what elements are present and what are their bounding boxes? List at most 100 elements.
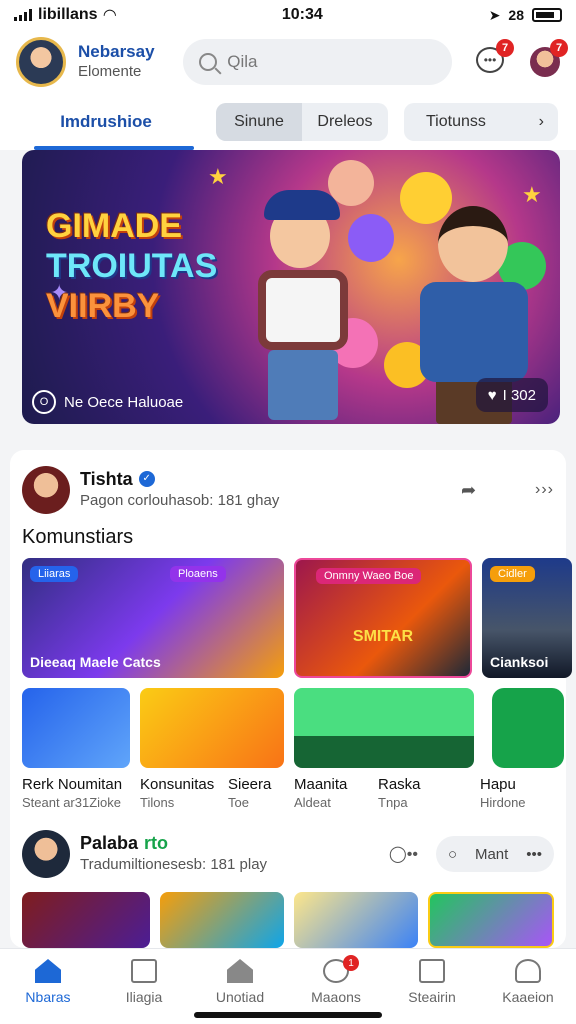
media-label-title: Rerk Noumitan bbox=[22, 776, 123, 793]
segment-item[interactable]: Sinune bbox=[216, 103, 302, 141]
star-icon: ✦ bbox=[50, 280, 69, 305]
search-icon bbox=[199, 53, 218, 71]
nav-profile[interactable]: Kaaeion bbox=[483, 959, 573, 1024]
media-label-sub: Hirdone bbox=[480, 795, 526, 810]
segment-control: Sinune Dreleos bbox=[216, 103, 388, 141]
share-icon[interactable]: ➦ bbox=[461, 480, 485, 500]
nav-list[interactable]: Steairin bbox=[387, 959, 477, 1024]
messages-button[interactable]: ••• 7 bbox=[476, 39, 514, 77]
search-input[interactable]: Qila bbox=[183, 39, 452, 85]
media-label[interactable]: Hapu Hirdone bbox=[480, 776, 550, 812]
banner-footer-text: Ne Oece Haluoae bbox=[64, 393, 184, 411]
profile-badge: 7 bbox=[550, 39, 568, 57]
post-meta: Tishta ✓ Pagon corlouhasob: 181 ghay bbox=[80, 468, 451, 512]
gallery-icon bbox=[131, 959, 157, 983]
media-tile[interactable] bbox=[428, 892, 554, 948]
post-avatar[interactable] bbox=[22, 830, 70, 878]
tab-main[interactable]: Imdrushioe bbox=[16, 94, 196, 150]
post-subtitle: Pagon corlouhasob: 181 ghay bbox=[80, 492, 280, 509]
media-label-sub: Toe bbox=[228, 795, 249, 810]
user-name: Nebarsay bbox=[78, 42, 155, 61]
status-right: ➤ 28 bbox=[489, 7, 562, 24]
media-label-sub: Aldeat bbox=[294, 795, 331, 810]
more-tabs-button[interactable]: Tiotunss › bbox=[404, 103, 558, 141]
more-button-label: Mant bbox=[474, 845, 509, 863]
user-avatar[interactable] bbox=[16, 37, 66, 87]
media-tile[interactable]: Liiaras Ploaens Dieeaq Maele Catcs bbox=[22, 558, 284, 678]
tile-caption: Cianksoi bbox=[490, 654, 549, 670]
media-tile[interactable] bbox=[22, 892, 150, 948]
cartoon-character bbox=[250, 190, 360, 420]
segment-item[interactable]: Dreleos bbox=[302, 103, 388, 141]
status-right-text: 28 bbox=[508, 7, 524, 23]
tile-tag: Cidler bbox=[490, 566, 535, 582]
media-label[interactable]: Maanita Aldeat bbox=[294, 776, 378, 812]
media-label-sub: Tilons bbox=[140, 795, 175, 810]
signal-icon bbox=[14, 9, 32, 21]
like-button[interactable]: ♥ I 302 bbox=[475, 378, 548, 412]
messages-badge: 7 bbox=[496, 39, 514, 57]
status-left: libillans ◠ bbox=[14, 5, 116, 25]
home-icon bbox=[35, 959, 61, 983]
media-row bbox=[22, 688, 564, 768]
nav-home[interactable]: Nbaras bbox=[3, 959, 93, 1024]
play-icon[interactable]: O bbox=[32, 390, 56, 414]
profile-button[interactable]: 7 bbox=[530, 39, 568, 77]
media-label-title: Konsunitas bbox=[140, 776, 215, 793]
home-indicator bbox=[194, 1012, 382, 1018]
app-header: Nebarsay Elomente Qila ••• 7 7 bbox=[0, 30, 576, 94]
tile-caption: Dieeaq Maele Catcs bbox=[30, 654, 161, 670]
verified-icon: ✓ bbox=[138, 471, 155, 487]
media-label[interactable]: Konsunitas Tilons bbox=[140, 776, 228, 812]
media-tile[interactable] bbox=[294, 688, 474, 768]
media-labels: Rerk Noumitan Steant ar31Zioke Konsunita… bbox=[22, 776, 554, 812]
media-tile[interactable]: Onmny Waeo Boe SMITAR bbox=[294, 558, 472, 678]
user-info[interactable]: Nebarsay Elomente bbox=[78, 42, 171, 82]
nav-gallery[interactable]: Iliagia bbox=[99, 959, 189, 1024]
media-tile[interactable] bbox=[22, 688, 130, 768]
house-icon bbox=[227, 959, 253, 983]
media-row: Liiaras Ploaens Dieeaq Maele Catcs Onmny… bbox=[22, 558, 572, 678]
banner-title: GIMADE TROIUTAS VIIRBY bbox=[46, 206, 256, 326]
tile-tag: Liiaras bbox=[30, 566, 79, 582]
post-avatar[interactable] bbox=[22, 466, 70, 514]
nav-badge: 1 bbox=[343, 955, 359, 971]
tile-caption: SMITAR bbox=[352, 628, 414, 645]
star-icon: ★ bbox=[208, 164, 228, 189]
media-label-title: Sieera bbox=[228, 776, 272, 793]
hero-banner[interactable]: GIMADE TROIUTAS VIIRBY ★ ★ ✦ O Ne Oece H… bbox=[22, 150, 560, 424]
nav-label: Unotiad bbox=[215, 989, 265, 1005]
media-tile[interactable] bbox=[140, 688, 284, 768]
more-icon[interactable]: ››› bbox=[535, 481, 554, 499]
status-time: 10:34 bbox=[281, 6, 323, 23]
search-placeholder: Qila bbox=[227, 52, 258, 71]
tile-tag: Onmny Waeo Boe bbox=[316, 568, 422, 584]
media-tile[interactable]: Cidler Cianksoi bbox=[482, 558, 572, 678]
more-tabs-label: Tiotunss bbox=[426, 113, 486, 130]
comment-icon[interactable]: ◯•• bbox=[389, 844, 418, 864]
media-label-title: Hapu bbox=[480, 776, 516, 793]
media-label[interactable]: Raska Tnpa bbox=[378, 776, 480, 812]
list-icon bbox=[419, 959, 445, 983]
post-author-name: Tishta bbox=[80, 469, 133, 489]
media-tile[interactable] bbox=[294, 892, 418, 948]
media-label-title: Maanita bbox=[294, 776, 348, 793]
post-header: Tishta ✓ Pagon corlouhasob: 181 ghay ➦ ›… bbox=[22, 464, 554, 516]
search-icon: ○ bbox=[448, 845, 458, 863]
media-tile[interactable] bbox=[492, 688, 564, 768]
feed-card: Tishta ✓ Pagon corlouhasob: 181 ghay ➦ ›… bbox=[10, 450, 572, 948]
post-subtitle: Tradumiltionesesb: 181 play bbox=[80, 856, 268, 873]
post-author[interactable]: Tishta ✓ bbox=[80, 468, 451, 490]
media-label[interactable]: Sieera Toe bbox=[228, 776, 294, 812]
media-label[interactable]: Rerk Noumitan Steant ar31Zioke bbox=[22, 776, 140, 812]
wifi-icon: ◠ bbox=[103, 7, 116, 24]
post-header: Palaba rto Tradumiltionesesb: 181 play ◯•… bbox=[22, 828, 554, 880]
media-label-sub: Steant ar31Zioke bbox=[22, 795, 122, 810]
like-count: I 302 bbox=[502, 386, 536, 404]
post-author-name: Palaba bbox=[80, 833, 139, 853]
tab-row: Imdrushioe Sinune Dreleos Tiotunss › bbox=[0, 94, 576, 150]
media-tile[interactable] bbox=[160, 892, 284, 948]
more-button[interactable]: ○ Mant ••• bbox=[436, 836, 554, 872]
carrier-name: libillans bbox=[38, 6, 98, 23]
post-author[interactable]: Palaba rto bbox=[80, 832, 379, 854]
